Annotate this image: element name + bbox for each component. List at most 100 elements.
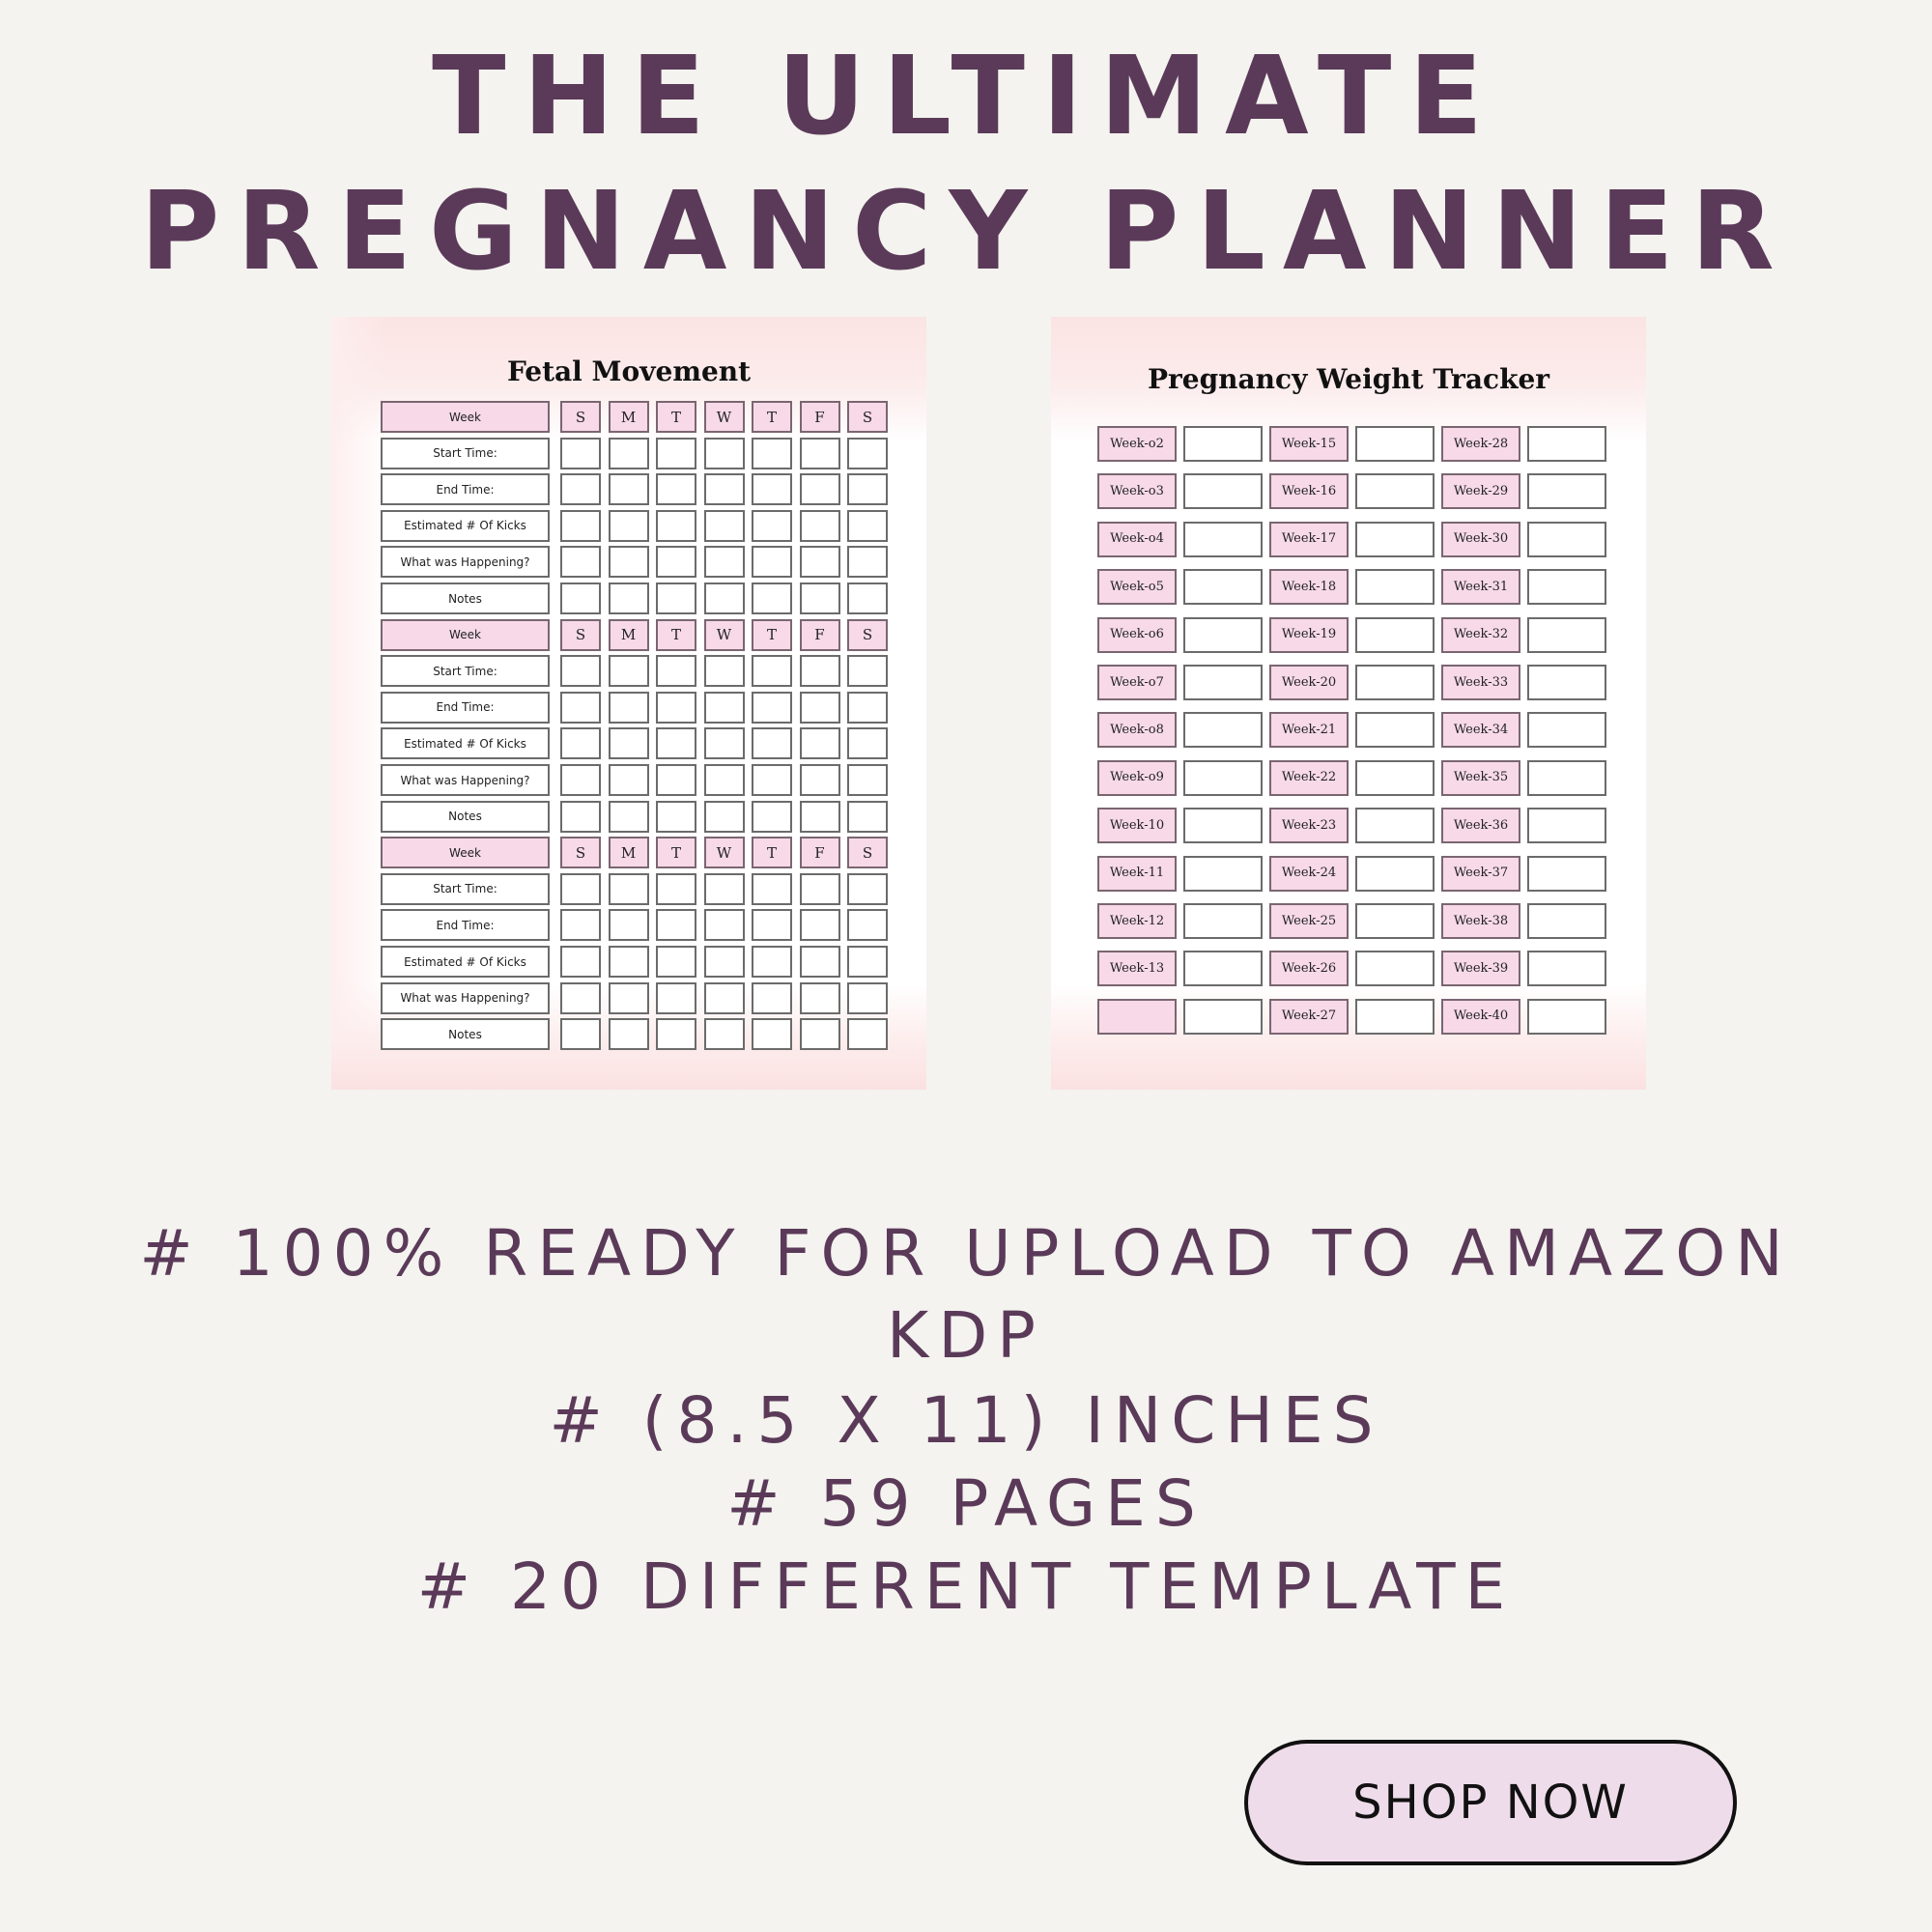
- entry-cell[interactable]: [847, 764, 888, 796]
- entry-cell[interactable]: [847, 800, 888, 833]
- weight-entry-cell[interactable]: [1183, 808, 1263, 844]
- weight-entry-cell[interactable]: [1355, 569, 1435, 606]
- entry-cell[interactable]: [608, 655, 649, 688]
- weight-entry-cell[interactable]: [1527, 473, 1606, 510]
- entry-cell[interactable]: [560, 1018, 601, 1051]
- entry-cell[interactable]: [752, 764, 792, 796]
- entry-cell[interactable]: [799, 582, 840, 614]
- weight-entry-cell[interactable]: [1183, 665, 1263, 700]
- entry-cell[interactable]: [847, 946, 888, 978]
- shop-now-button[interactable]: SHOP NOW: [1244, 1740, 1737, 1865]
- entry-cell[interactable]: [560, 546, 601, 579]
- entry-cell[interactable]: [799, 727, 840, 760]
- entry-cell[interactable]: [608, 546, 649, 579]
- entry-cell[interactable]: [847, 1018, 888, 1051]
- entry-cell[interactable]: [560, 727, 601, 760]
- entry-cell[interactable]: [608, 800, 649, 833]
- entry-cell[interactable]: [608, 764, 649, 796]
- entry-cell[interactable]: [656, 582, 696, 614]
- entry-cell[interactable]: [656, 691, 696, 724]
- entry-cell[interactable]: [847, 872, 888, 905]
- entry-cell[interactable]: [847, 437, 888, 469]
- entry-cell[interactable]: [608, 981, 649, 1014]
- entry-cell[interactable]: [608, 872, 649, 905]
- entry-cell[interactable]: [560, 764, 601, 796]
- weight-entry-cell[interactable]: [1355, 951, 1435, 987]
- entry-cell[interactable]: [703, 546, 745, 579]
- entry-cell[interactable]: [799, 800, 840, 833]
- entry-cell[interactable]: [703, 1018, 745, 1051]
- weight-entry-cell[interactable]: [1527, 759, 1606, 796]
- weight-entry-cell[interactable]: [1527, 426, 1606, 462]
- weight-entry-cell[interactable]: [1527, 998, 1606, 1035]
- entry-cell[interactable]: [560, 872, 601, 905]
- entry-cell[interactable]: [799, 872, 840, 905]
- weight-entry-cell[interactable]: [1527, 855, 1606, 892]
- entry-cell[interactable]: [799, 546, 840, 579]
- entry-cell[interactable]: [799, 1018, 840, 1051]
- entry-cell[interactable]: [560, 655, 601, 688]
- entry-cell[interactable]: [703, 509, 745, 542]
- entry-cell[interactable]: [752, 946, 792, 978]
- weight-entry-cell[interactable]: [1183, 712, 1263, 749]
- entry-cell[interactable]: [847, 655, 888, 688]
- entry-cell[interactable]: [656, 981, 696, 1014]
- weight-entry-cell[interactable]: [1183, 521, 1263, 557]
- entry-cell[interactable]: [656, 800, 696, 833]
- entry-cell[interactable]: [847, 546, 888, 579]
- entry-cell[interactable]: [752, 909, 792, 942]
- weight-entry-cell[interactable]: [1183, 616, 1263, 653]
- entry-cell[interactable]: [703, 655, 745, 688]
- weight-entry-cell[interactable]: [1527, 903, 1606, 939]
- entry-cell[interactable]: [752, 473, 792, 506]
- entry-cell[interactable]: [703, 946, 745, 978]
- weight-entry-cell[interactable]: [1527, 808, 1606, 844]
- entry-cell[interactable]: [608, 1018, 649, 1051]
- entry-cell[interactable]: [752, 582, 792, 614]
- entry-cell[interactable]: [752, 437, 792, 469]
- entry-cell[interactable]: [656, 764, 696, 796]
- weight-entry-cell[interactable]: [1527, 616, 1606, 653]
- weight-entry-cell[interactable]: [1527, 712, 1606, 749]
- entry-cell[interactable]: [656, 946, 696, 978]
- entry-cell[interactable]: [608, 946, 649, 978]
- entry-cell[interactable]: [703, 727, 745, 760]
- entry-cell[interactable]: [752, 800, 792, 833]
- weight-entry-cell[interactable]: [1527, 569, 1606, 606]
- weight-entry-cell[interactable]: [1527, 521, 1606, 557]
- entry-cell[interactable]: [799, 437, 840, 469]
- entry-cell[interactable]: [560, 946, 601, 978]
- weight-entry-cell[interactable]: [1183, 473, 1263, 510]
- weight-entry-cell[interactable]: [1183, 951, 1263, 987]
- entry-cell[interactable]: [799, 981, 840, 1014]
- entry-cell[interactable]: [560, 981, 601, 1014]
- entry-cell[interactable]: [847, 691, 888, 724]
- entry-cell[interactable]: [560, 691, 601, 724]
- entry-cell[interactable]: [799, 909, 840, 942]
- entry-cell[interactable]: [703, 437, 745, 469]
- entry-cell[interactable]: [560, 473, 601, 506]
- entry-cell[interactable]: [752, 546, 792, 579]
- weight-entry-cell[interactable]: [1183, 426, 1263, 462]
- entry-cell[interactable]: [656, 727, 696, 760]
- entry-cell[interactable]: [608, 473, 649, 506]
- weight-entry-cell[interactable]: [1355, 616, 1435, 653]
- entry-cell[interactable]: [703, 909, 745, 942]
- weight-entry-cell[interactable]: [1183, 998, 1263, 1035]
- entry-cell[interactable]: [656, 437, 696, 469]
- entry-cell[interactable]: [847, 727, 888, 760]
- entry-cell[interactable]: [752, 981, 792, 1014]
- entry-cell[interactable]: [752, 1018, 792, 1051]
- entry-cell[interactable]: [560, 800, 601, 833]
- entry-cell[interactable]: [703, 981, 745, 1014]
- entry-cell[interactable]: [703, 473, 745, 506]
- entry-cell[interactable]: [656, 872, 696, 905]
- weight-entry-cell[interactable]: [1183, 855, 1263, 892]
- entry-cell[interactable]: [656, 473, 696, 506]
- entry-cell[interactable]: [847, 909, 888, 942]
- entry-cell[interactable]: [608, 582, 649, 614]
- entry-cell[interactable]: [656, 655, 696, 688]
- entry-cell[interactable]: [799, 764, 840, 796]
- entry-cell[interactable]: [608, 509, 649, 542]
- entry-cell[interactable]: [752, 655, 792, 688]
